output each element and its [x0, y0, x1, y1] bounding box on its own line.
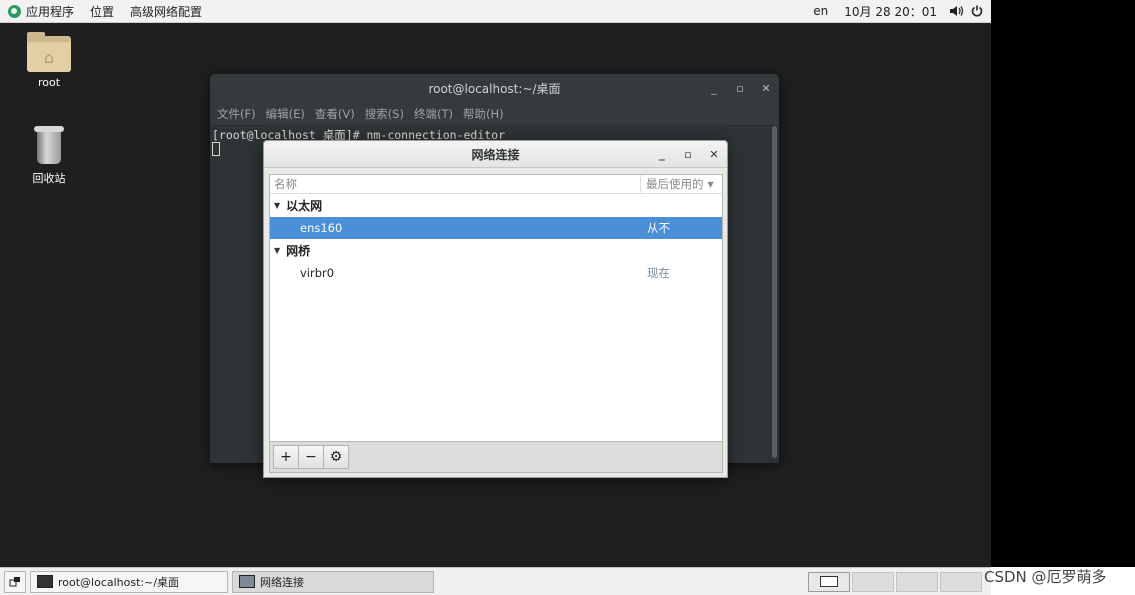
menu-help[interactable]: 帮助(H) — [458, 106, 509, 122]
bottom-taskbar: root@localhost:~/桌面 网络连接 — [0, 567, 991, 595]
minimize-icon[interactable]: _ — [701, 82, 727, 95]
network-dialog-titlebar[interactable]: 网络连接 _ ▫ ✕ — [264, 141, 727, 168]
connection-name: ens160 — [300, 221, 343, 235]
clock[interactable]: 10月 28 20：01 — [836, 0, 945, 23]
connection-row-virbr0[interactable]: virbr0 现在 — [270, 262, 722, 284]
maximize-icon[interactable]: ▫ — [675, 148, 701, 161]
desktop-screen: 应用程序 位置 高级网络配置 en 10月 28 20：01 ⌂ root 回收… — [0, 0, 991, 595]
taskbar-item-terminal[interactable]: root@localhost:~/桌面 — [30, 570, 228, 593]
workspace-switcher — [806, 571, 982, 592]
watermark: CSDN @厄罗萌多 — [984, 568, 1107, 586]
workspace-4[interactable] — [940, 571, 982, 592]
connection-name: virbr0 — [300, 266, 335, 280]
add-connection-button[interactable]: + — [273, 445, 299, 469]
power-icon[interactable] — [967, 0, 991, 23]
network-connections-dialog[interactable]: 网络连接 _ ▫ ✕ 名称 最后使用的 ▼ ▼ 以太网 ens160 从不 ▼ … — [263, 140, 728, 478]
connection-last-used: 现在 — [647, 266, 670, 280]
sort-down-icon: ▼ — [707, 179, 714, 189]
language-indicator[interactable]: en — [805, 0, 836, 23]
top-bar-status: en 10月 28 20：01 — [805, 0, 991, 23]
connection-last-used: 从不 — [647, 221, 670, 235]
network-icon — [239, 575, 255, 588]
home-folder-icon: ⌂ — [27, 32, 71, 72]
places-menu[interactable]: 位置 — [82, 0, 122, 23]
menu-terminal[interactable]: 终端(T) — [409, 106, 458, 122]
applications-label: 应用程序 — [26, 4, 75, 19]
app-menu[interactable]: 高级网络配置 — [122, 0, 210, 23]
group-label: 网桥 — [286, 244, 311, 258]
group-label: 以太网 — [286, 199, 323, 213]
connection-row-ens160[interactable]: ens160 从不 — [270, 217, 722, 239]
network-dialog-title: 网络连接 — [471, 147, 520, 162]
expander-down-icon[interactable]: ▼ — [274, 246, 280, 255]
workspace-2[interactable] — [852, 571, 894, 592]
terminal-menubar: 文件(F) 编辑(E) 查看(V) 搜索(S) 终端(T) 帮助(H) — [210, 102, 779, 126]
menu-edit[interactable]: 编辑(E) — [261, 106, 310, 122]
terminal-scrollbar[interactable] — [772, 126, 777, 458]
trash-label: 回收站 — [32, 172, 66, 185]
taskbar-item-label: root@localhost:~/桌面 — [58, 575, 180, 589]
workspace-window-thumbnail — [820, 576, 838, 587]
column-header-last-used[interactable]: 最后使用的 ▼ — [641, 175, 722, 193]
volume-icon[interactable] — [945, 0, 967, 23]
screen-margin — [991, 0, 1135, 567]
taskbar-item-label: 网络连接 — [260, 575, 304, 589]
terminal-cursor — [212, 142, 220, 156]
applications-logo-icon — [8, 4, 21, 18]
workspace-3[interactable] — [896, 571, 938, 592]
expander-down-icon[interactable]: ▼ — [274, 201, 280, 210]
column-header-last-used-label: 最后使用的 — [646, 177, 704, 191]
taskbar-item-network-connections[interactable]: 网络连接 — [232, 570, 434, 593]
maximize-icon[interactable]: ▫ — [727, 82, 753, 95]
applications-menu[interactable]: 应用程序 — [0, 0, 82, 23]
desktop-trash[interactable]: 回收站 — [9, 126, 89, 186]
top-bar: 应用程序 位置 高级网络配置 en 10月 28 20：01 — [0, 0, 991, 23]
terminal-title: root@localhost:~/桌面 — [428, 81, 561, 96]
terminal-icon — [37, 575, 53, 588]
close-icon[interactable]: ✕ — [701, 148, 727, 161]
close-icon[interactable]: ✕ — [753, 82, 779, 95]
menu-file[interactable]: 文件(F) — [212, 106, 261, 122]
home-folder-label: root — [37, 76, 61, 89]
minimize-icon[interactable]: _ — [649, 148, 675, 161]
connection-toolbar: + − ⚙ — [269, 442, 723, 473]
connection-list-header: 名称 最后使用的 ▼ — [270, 175, 722, 194]
trash-icon — [34, 126, 64, 164]
group-bridge[interactable]: ▼ 网桥 — [270, 239, 722, 262]
terminal-titlebar[interactable]: root@localhost:~/桌面 _ ▫ ✕ — [210, 74, 779, 102]
workspace-1[interactable] — [808, 571, 850, 592]
edit-connection-gear-icon[interactable]: ⚙ — [323, 445, 349, 469]
menu-search[interactable]: 搜索(S) — [360, 106, 409, 122]
connection-list[interactable]: 名称 最后使用的 ▼ ▼ 以太网 ens160 从不 ▼ 网桥 virbr0 现… — [269, 174, 723, 442]
show-desktop-icon[interactable] — [4, 570, 26, 593]
desktop-home-folder[interactable]: ⌂ root — [9, 32, 89, 89]
remove-connection-button[interactable]: − — [298, 445, 324, 469]
column-header-name[interactable]: 名称 — [270, 175, 641, 193]
group-ethernet[interactable]: ▼ 以太网 — [270, 194, 722, 217]
menu-view[interactable]: 查看(V) — [310, 106, 360, 122]
